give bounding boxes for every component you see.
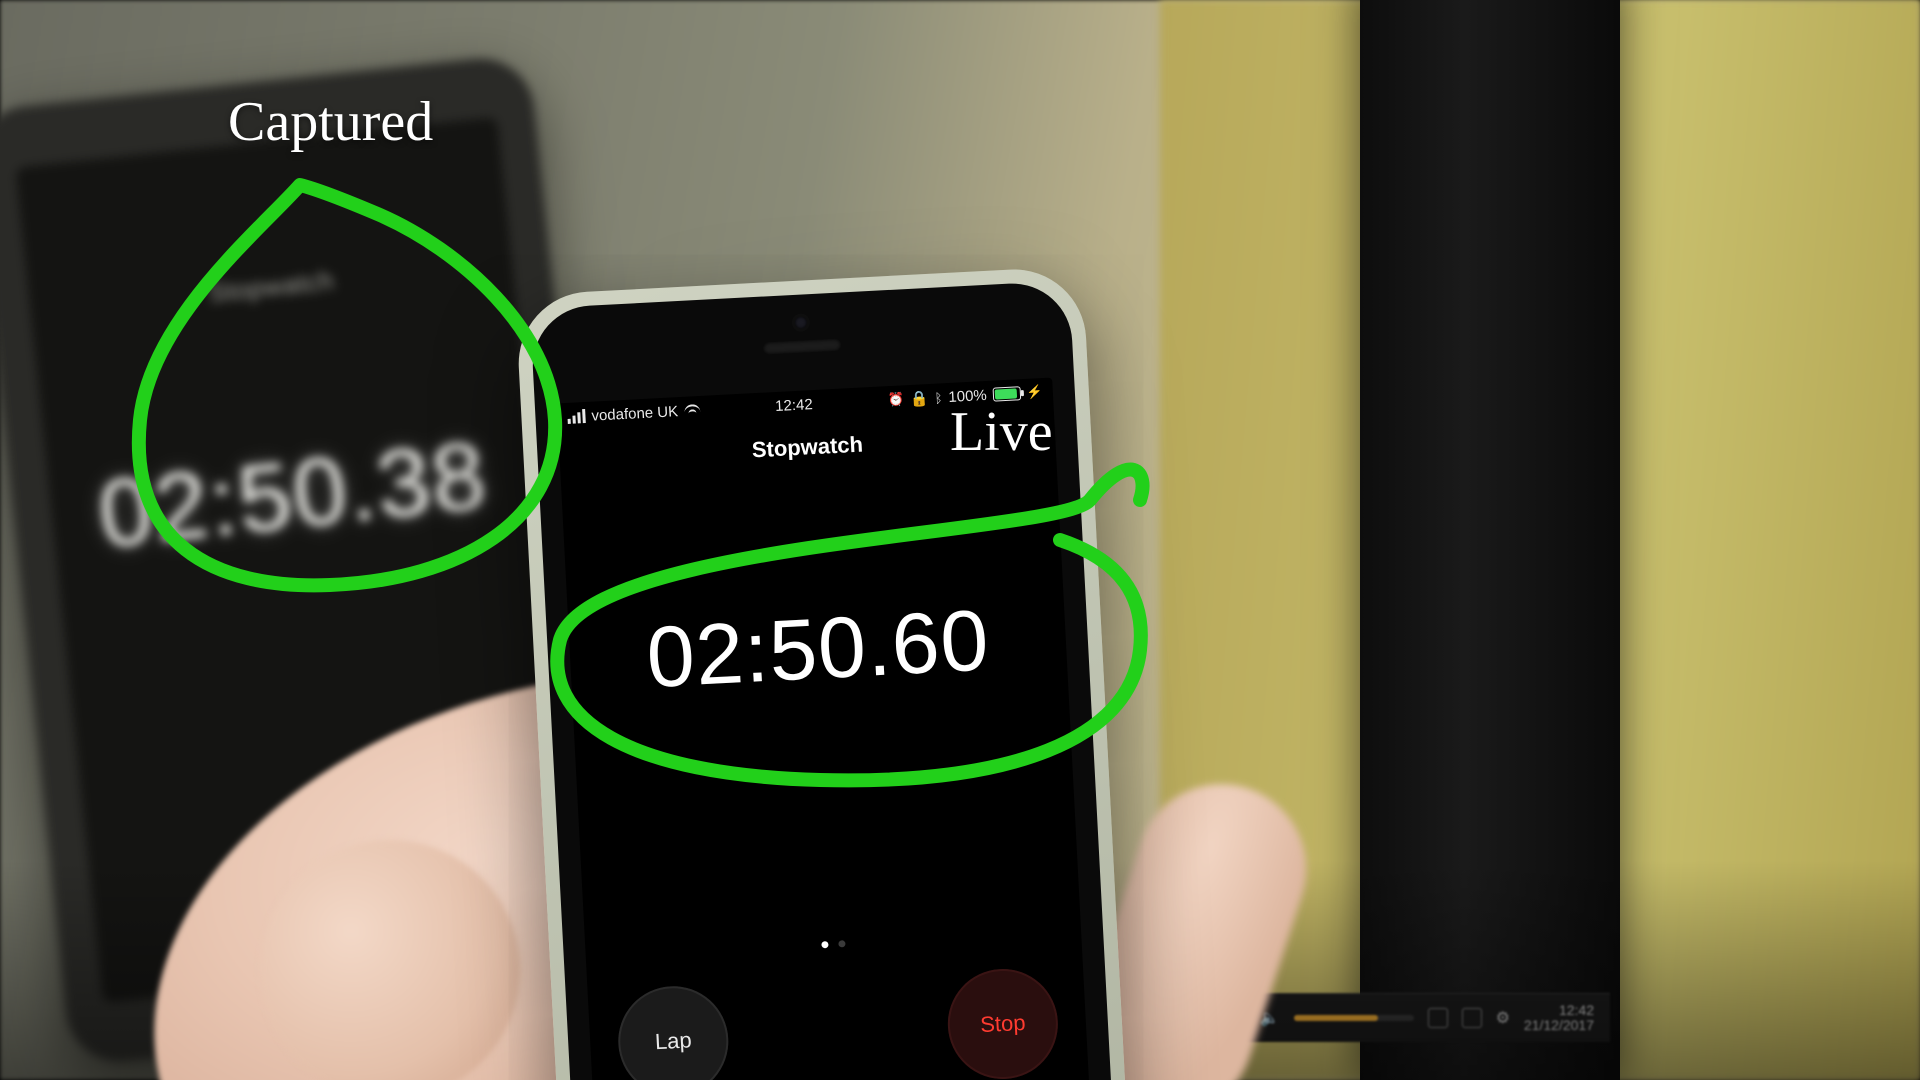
photo-scene: Stopwatch 02:50.38 🔈 ⚙ 12:42 21/12/2017 (0, 0, 1920, 1080)
phone-display: vodafone UK 12:42 ⏰ 🔒 ᛒ 100% ⚡ Stopwatch… (557, 378, 1091, 1080)
wifi-icon (684, 404, 701, 417)
signal-icon (567, 409, 586, 424)
lap-button[interactable]: Lap (616, 983, 732, 1080)
bluetooth-icon: ᛒ (934, 390, 943, 405)
lock-orientation-icon: 🔒 (909, 389, 929, 408)
front-camera (795, 316, 808, 329)
stop-button[interactable]: Stop (945, 966, 1061, 1080)
status-clock: 12:42 (775, 396, 813, 415)
live-phone: vodafone UK 12:42 ⏰ 🔒 ᛒ 100% ⚡ Stopwatch… (515, 266, 1133, 1080)
charging-icon: ⚡ (1026, 384, 1043, 401)
page-dots (586, 928, 1082, 961)
alarm-icon: ⏰ (887, 391, 904, 408)
carrier-label: vodafone UK (591, 403, 679, 425)
lap-button-label: Lap (654, 1027, 692, 1055)
captured-app-title: Stopwatch (29, 246, 514, 327)
page-dot-active (821, 941, 828, 948)
stopwatch-time: 02:50.60 (568, 587, 1069, 712)
stop-button-label: Stop (980, 1010, 1027, 1038)
annotation-live-label: Live (950, 400, 1053, 464)
captured-stopwatch-time: 02:50.38 (47, 415, 540, 575)
page-dot (838, 940, 845, 947)
earpiece (763, 339, 842, 355)
annotation-captured-label: Captured (228, 90, 433, 154)
